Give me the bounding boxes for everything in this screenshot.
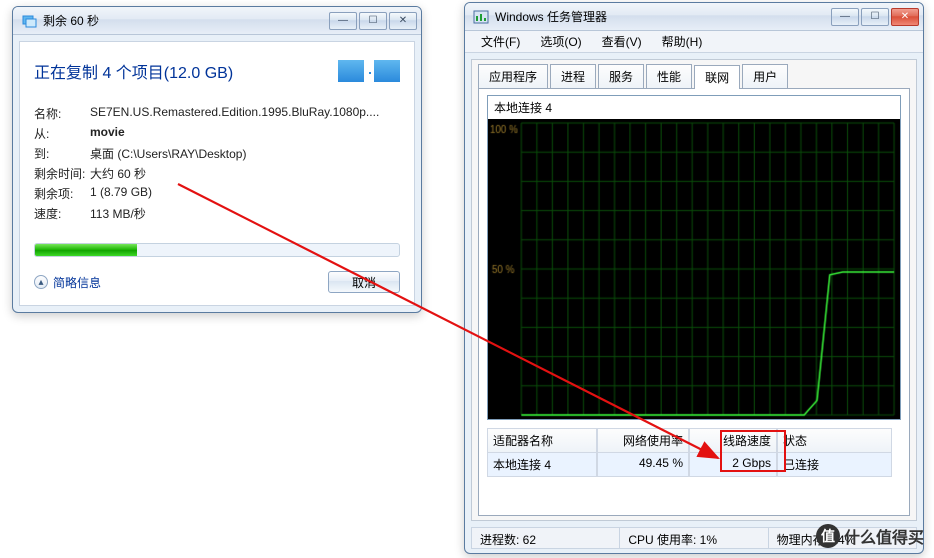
chevron-up-icon: ▴ <box>34 275 48 289</box>
menu-item[interactable]: 查看(V) <box>592 31 652 52</box>
folder-transfer-icon <box>338 54 400 88</box>
value-items-left: 1 (8.79 GB) <box>90 185 400 202</box>
network-usage-graph <box>488 119 900 419</box>
value-speed: 113 MB/秒 <box>90 205 400 222</box>
maximize-button[interactable]: ☐ <box>359 12 387 30</box>
cell: 2 Gbps <box>689 453 777 477</box>
label-time-left: 剩余时间: <box>34 165 90 182</box>
copy-header: 正在复制 4 个项目(12.0 GB) <box>20 42 414 100</box>
tab-服务[interactable]: 服务 <box>598 64 644 88</box>
progress-bar <box>34 243 400 257</box>
copy-header-text: 正在复制 4 个项目(12.0 GB) <box>34 59 233 83</box>
value-name: SE7EN.US.Remastered.Edition.1995.BluRay.… <box>90 105 400 122</box>
titlebar[interactable]: Windows 任务管理器 — ☐ ✕ <box>465 3 923 31</box>
cell: 已连接 <box>777 453 892 477</box>
toggle-details-label: 简略信息 <box>53 274 101 291</box>
window-title: 剩余 60 秒 <box>43 12 329 29</box>
label-name: 名称: <box>34 105 90 122</box>
menubar: 文件(F)选项(O)查看(V)帮助(H) <box>465 31 923 53</box>
tab-bar: 应用程序进程服务性能联网用户 <box>478 64 910 88</box>
copy-progress-window: 剩余 60 秒 — ☐ ✕ 正在复制 4 个项目(12.0 GB) 名称:SE7… <box>12 6 422 313</box>
label-items-left: 剩余项: <box>34 185 90 202</box>
watermark-text: 什么值得买 <box>844 524 924 548</box>
graph-title: 本地连接 4 <box>488 96 900 119</box>
tab-pane-networking: 本地连接 4 适配器名称网络使用率线路速度状态 本地连接 449.45 %2 G… <box>478 88 910 516</box>
close-button[interactable]: ✕ <box>891 8 919 26</box>
menu-item[interactable]: 选项(O) <box>530 31 591 52</box>
status-cpu: CPU 使用率: 1% <box>620 528 768 548</box>
menu-item[interactable]: 帮助(H) <box>652 31 713 52</box>
label-to: 到: <box>34 145 90 162</box>
col-header[interactable]: 线路速度 <box>689 428 777 453</box>
value-from: movie <box>90 125 400 142</box>
tab-应用程序[interactable]: 应用程序 <box>478 64 548 88</box>
network-graph-frame: 本地连接 4 <box>487 95 901 420</box>
table-row[interactable]: 本地连接 449.45 %2 Gbps已连接 <box>487 453 901 477</box>
copy-app-icon <box>21 13 37 29</box>
col-header[interactable]: 状态 <box>777 428 892 453</box>
progress-bar-fill <box>35 244 137 256</box>
window-title: Windows 任务管理器 <box>495 8 831 25</box>
col-header[interactable]: 网络使用率 <box>597 428 689 453</box>
watermark-logo-icon: 值 <box>816 524 840 548</box>
cell: 49.45 % <box>597 453 689 477</box>
cell: 本地连接 4 <box>487 453 597 477</box>
value-time-left: 大约 60 秒 <box>90 165 400 182</box>
value-to: 桌面 (C:\Users\RAY\Desktop) <box>90 145 400 162</box>
titlebar[interactable]: 剩余 60 秒 — ☐ ✕ <box>13 7 421 35</box>
tab-用户[interactable]: 用户 <box>742 64 788 88</box>
label-speed: 速度: <box>34 205 90 222</box>
watermark: 值 什么值得买 <box>816 524 924 548</box>
close-button[interactable]: ✕ <box>389 12 417 30</box>
minimize-button[interactable]: — <box>329 12 357 30</box>
status-processes: 进程数: 62 <box>472 528 620 548</box>
maximize-button[interactable]: ☐ <box>861 8 889 26</box>
col-header[interactable]: 适配器名称 <box>487 428 597 453</box>
menu-item[interactable]: 文件(F) <box>471 31 530 52</box>
toggle-details-button[interactable]: ▴ 简略信息 <box>34 274 101 291</box>
task-manager-icon <box>473 9 489 25</box>
label-from: 从: <box>34 125 90 142</box>
adapter-table: 适配器名称网络使用率线路速度状态 本地连接 449.45 %2 Gbps已连接 <box>487 428 901 477</box>
tab-进程[interactable]: 进程 <box>550 64 596 88</box>
task-manager-window: Windows 任务管理器 — ☐ ✕ 文件(F)选项(O)查看(V)帮助(H)… <box>464 2 924 554</box>
tab-联网[interactable]: 联网 <box>694 65 740 89</box>
minimize-button[interactable]: — <box>831 8 859 26</box>
tab-性能[interactable]: 性能 <box>646 64 692 88</box>
cancel-button[interactable]: 取消 <box>328 271 400 293</box>
